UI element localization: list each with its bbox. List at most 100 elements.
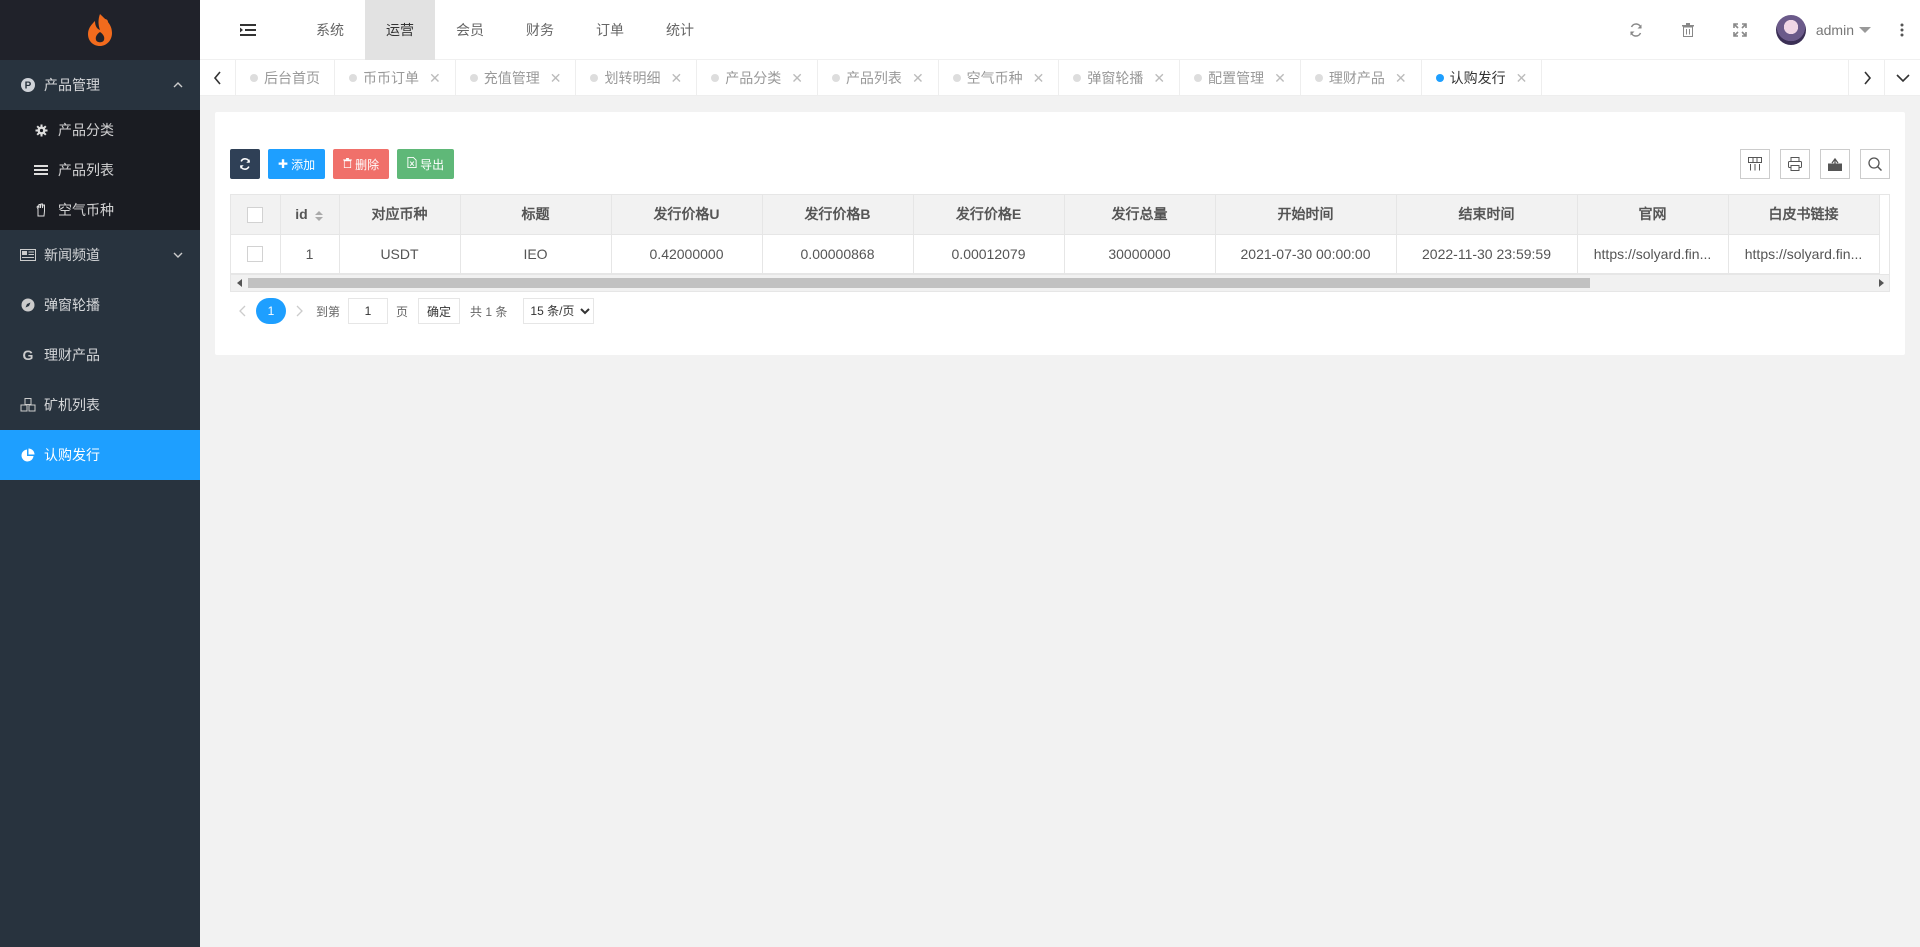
app: P 产品管理 产品分类 产品列表 空气币种 新闻频道 弹窗轮播 G 理财产品 矿… xyxy=(0,0,1920,947)
search-toggle-button[interactable] xyxy=(1860,149,1890,179)
svg-text:P: P xyxy=(25,81,32,92)
tab-air-coin[interactable]: 空气币种 ✕ xyxy=(939,60,1060,95)
close-icon[interactable]: ✕ xyxy=(912,70,924,87)
sidebar-item-product-management[interactable]: P 产品管理 xyxy=(0,60,200,110)
tab-dot xyxy=(1073,74,1082,82)
chevron-left-icon xyxy=(239,305,246,317)
next-page-button[interactable] xyxy=(286,297,312,325)
nav-system[interactable]: 系统 xyxy=(295,0,365,60)
gear-icon xyxy=(34,123,48,137)
close-icon[interactable]: ✕ xyxy=(1153,70,1165,87)
tabs-scroll-left-button[interactable] xyxy=(200,60,236,96)
tab-home[interactable]: 后台首页 xyxy=(236,60,335,95)
table-row[interactable]: 1 USDT IEO 0.42000000 0.00000868 0.00012… xyxy=(231,234,1880,274)
more-options-button[interactable] xyxy=(1892,0,1912,60)
close-icon[interactable]: ✕ xyxy=(1516,70,1528,87)
column-header-price-u: 发行价格U xyxy=(611,195,763,235)
tab-label: 后台首页 xyxy=(264,70,320,86)
add-button[interactable]: ✚ 添加 xyxy=(268,149,326,179)
current-page[interactable]: 1 xyxy=(256,298,286,324)
fullscreen-button[interactable] xyxy=(1714,0,1766,60)
tab-transfer-details[interactable]: 划转明细 ✕ xyxy=(576,60,698,95)
export-button[interactable]: 导出 xyxy=(397,149,455,179)
tabs-scroll-right-button[interactable] xyxy=(1848,60,1884,96)
trash-icon xyxy=(1681,23,1694,37)
sidebar-item-miner-list[interactable]: 矿机列表 xyxy=(0,380,200,430)
close-icon[interactable]: ✕ xyxy=(550,70,562,87)
total-count: 共 1 条 xyxy=(470,304,508,319)
nav-operations[interactable]: 运营 xyxy=(365,0,435,60)
sidebar-item-label: 认购发行 xyxy=(44,447,100,463)
goto-confirm-button[interactable]: 确定 xyxy=(418,298,461,324)
delete-button[interactable]: 删除 xyxy=(333,149,390,179)
close-icon[interactable]: ✕ xyxy=(791,70,803,87)
nav-members[interactable]: 会员 xyxy=(435,0,505,60)
close-icon[interactable]: ✕ xyxy=(1395,70,1407,87)
nav-finance[interactable]: 财务 xyxy=(505,0,575,60)
data-table: id 对应币种 标题 发行价格U 发行价格B 发行价格E 发行总量 开始时间 结… xyxy=(230,194,1890,292)
scrollbar-thumb[interactable] xyxy=(248,278,1590,288)
nav-orders[interactable]: 订单 xyxy=(575,0,645,60)
cubes-icon xyxy=(20,397,36,413)
flame-logo-icon xyxy=(88,14,112,46)
tab-subscription-issue[interactable]: 认购发行 ✕ xyxy=(1422,60,1543,95)
logo[interactable] xyxy=(0,0,200,60)
select-all-cell[interactable] xyxy=(231,195,281,235)
sidebar-item-product-category[interactable]: 产品分类 xyxy=(0,110,200,150)
file-excel-icon xyxy=(407,157,417,171)
list-icon xyxy=(34,163,48,177)
top-nav: 系统 运营 会员 财务 订单 统计 xyxy=(295,0,715,60)
sidebar-item-news-channel[interactable]: 新闻频道 xyxy=(0,230,200,280)
refresh-button[interactable] xyxy=(1610,0,1662,60)
tabs-dropdown-button[interactable] xyxy=(1884,60,1920,96)
close-icon[interactable]: ✕ xyxy=(1033,70,1045,87)
sidebar-item-popup-carousel[interactable]: 弹窗轮播 xyxy=(0,280,200,330)
tab-product-list[interactable]: 产品列表 ✕ xyxy=(818,60,939,95)
export-icon xyxy=(1828,157,1842,171)
cell-price-e: 0.00012079 xyxy=(913,234,1065,274)
tab-product-category[interactable]: 产品分类 ✕ xyxy=(697,60,818,95)
sidebar-item-air-coin[interactable]: 空气币种 xyxy=(0,190,200,230)
horizontal-scrollbar[interactable] xyxy=(231,274,1889,291)
print-button[interactable] xyxy=(1780,149,1810,179)
hand-icon xyxy=(34,203,48,217)
sort-icon[interactable] xyxy=(314,210,324,222)
page-size-select[interactable]: 15 条/页 xyxy=(523,298,595,324)
select-all-checkbox[interactable] xyxy=(247,206,264,223)
prev-page-button[interactable] xyxy=(230,297,256,325)
tab-label: 划转明细 xyxy=(604,70,661,86)
close-icon[interactable]: ✕ xyxy=(1274,70,1286,87)
column-header-whitepaper: 白皮书链接 xyxy=(1728,195,1880,235)
menu-toggle-icon[interactable] xyxy=(240,22,256,38)
scroll-right-arrow[interactable] xyxy=(1872,275,1889,291)
cell-price-b: 0.00000868 xyxy=(762,234,914,274)
reload-button[interactable] xyxy=(230,149,260,179)
cell-whitepaper[interactable]: https://solyard.fin... xyxy=(1728,234,1880,274)
scroll-left-arrow[interactable] xyxy=(231,275,248,291)
close-icon[interactable]: ✕ xyxy=(429,70,441,87)
tab-config[interactable]: 配置管理 ✕ xyxy=(1180,60,1301,95)
sidebar-item-wealth-products[interactable]: G 理财产品 xyxy=(0,330,200,380)
sidebar-item-subscription-issue[interactable]: 认购发行 xyxy=(0,430,200,480)
tab-coin-orders[interactable]: 币币订单 ✕ xyxy=(335,60,456,95)
goto-page-input[interactable] xyxy=(348,298,389,324)
row-select-cell[interactable] xyxy=(231,234,281,274)
export-table-button[interactable] xyxy=(1820,149,1850,179)
sub-item-label: 产品分类 xyxy=(58,122,114,138)
tab-wealth-products[interactable]: 理财产品 ✕ xyxy=(1301,60,1422,95)
clear-cache-button[interactable] xyxy=(1662,0,1714,60)
tab-popup-carousel[interactable]: 弹窗轮播 ✕ xyxy=(1059,60,1181,95)
close-icon[interactable]: ✕ xyxy=(670,70,682,87)
sidebar-item-product-list[interactable]: 产品列表 xyxy=(0,150,200,190)
row-checkbox[interactable] xyxy=(247,246,264,263)
nav-statistics[interactable]: 统计 xyxy=(645,0,715,60)
cell-website[interactable]: https://solyard.fin... xyxy=(1577,234,1729,274)
columns-filter-button[interactable] xyxy=(1740,149,1770,179)
tab-recharge[interactable]: 充值管理 ✕ xyxy=(456,60,577,95)
header-tools: admin xyxy=(1610,0,1920,60)
user-menu[interactable]: admin xyxy=(1775,15,1872,45)
column-header-total: 发行总量 xyxy=(1064,195,1216,235)
column-header-id[interactable]: id xyxy=(280,195,340,235)
table: id 对应币种 标题 发行价格U 发行价格B 发行价格E 发行总量 开始时间 结… xyxy=(231,195,1880,274)
print-icon xyxy=(1788,157,1802,171)
